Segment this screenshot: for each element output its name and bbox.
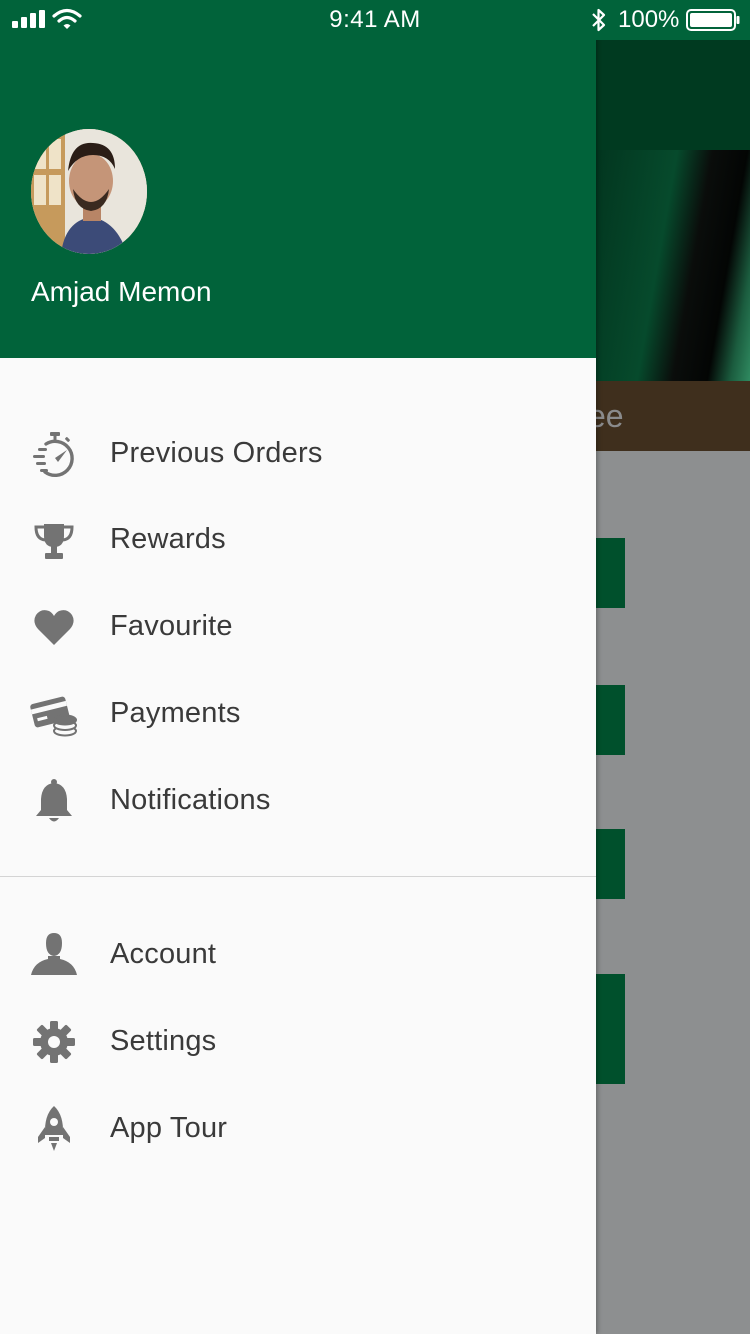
background-card <box>596 538 625 608</box>
background-hero-image <box>596 150 750 381</box>
status-bar: 9:41 AM 100% <box>0 0 750 40</box>
drawer-header: Amjad Memon <box>0 40 596 358</box>
battery-percentage: 100% <box>618 6 680 33</box>
battery-icon <box>686 9 740 31</box>
rocket-icon <box>30 1105 78 1153</box>
menu-item-label: Notifications <box>110 784 271 816</box>
menu-item-label: Rewards <box>110 523 226 555</box>
background-card <box>596 974 625 1084</box>
screen: 9:41 AM 100% ee Amjad Memon Previous Ord… <box>0 0 750 1334</box>
menu-item-payments[interactable]: Payments <box>0 670 596 756</box>
background-card <box>596 829 625 899</box>
menu-item-label: Settings <box>110 1025 217 1057</box>
menu-item-label: App Tour <box>110 1112 228 1144</box>
user-name: Amjad Memon <box>31 276 212 307</box>
avatar[interactable] <box>31 129 147 254</box>
menu-item-settings[interactable]: Settings <box>0 998 596 1084</box>
bluetooth-icon <box>592 8 606 32</box>
background-screen[interactable]: ee <box>596 40 750 1334</box>
menu-item-previous-orders[interactable]: Previous Orders <box>0 410 596 496</box>
background-title: ee <box>596 381 750 451</box>
menu-item-rewards[interactable]: Rewards <box>0 496 596 582</box>
card-coins-icon <box>30 690 78 738</box>
person-icon <box>30 931 78 979</box>
background-card <box>596 685 625 755</box>
menu-item-notifications[interactable]: Notifications <box>0 757 596 843</box>
menu-item-label: Previous Orders <box>110 437 323 469</box>
gear-icon <box>30 1018 78 1066</box>
background-app-bar <box>596 40 750 150</box>
stopwatch-icon <box>30 430 78 478</box>
menu-item-account[interactable]: Account <box>0 911 596 997</box>
menu-item-favourite[interactable]: Favourite <box>0 583 596 669</box>
menu-divider <box>0 876 596 877</box>
menu-item-label: Account <box>110 938 217 970</box>
trophy-icon <box>30 516 78 564</box>
menu-item-label: Payments <box>110 697 241 729</box>
bell-icon <box>30 777 78 825</box>
heart-icon <box>30 603 78 651</box>
menu-item-app-tour[interactable]: App Tour <box>0 1085 596 1171</box>
menu-item-label: Favourite <box>110 610 233 642</box>
navigation-drawer: Amjad Memon Previous Orders Rewards Favo… <box>0 0 596 1334</box>
